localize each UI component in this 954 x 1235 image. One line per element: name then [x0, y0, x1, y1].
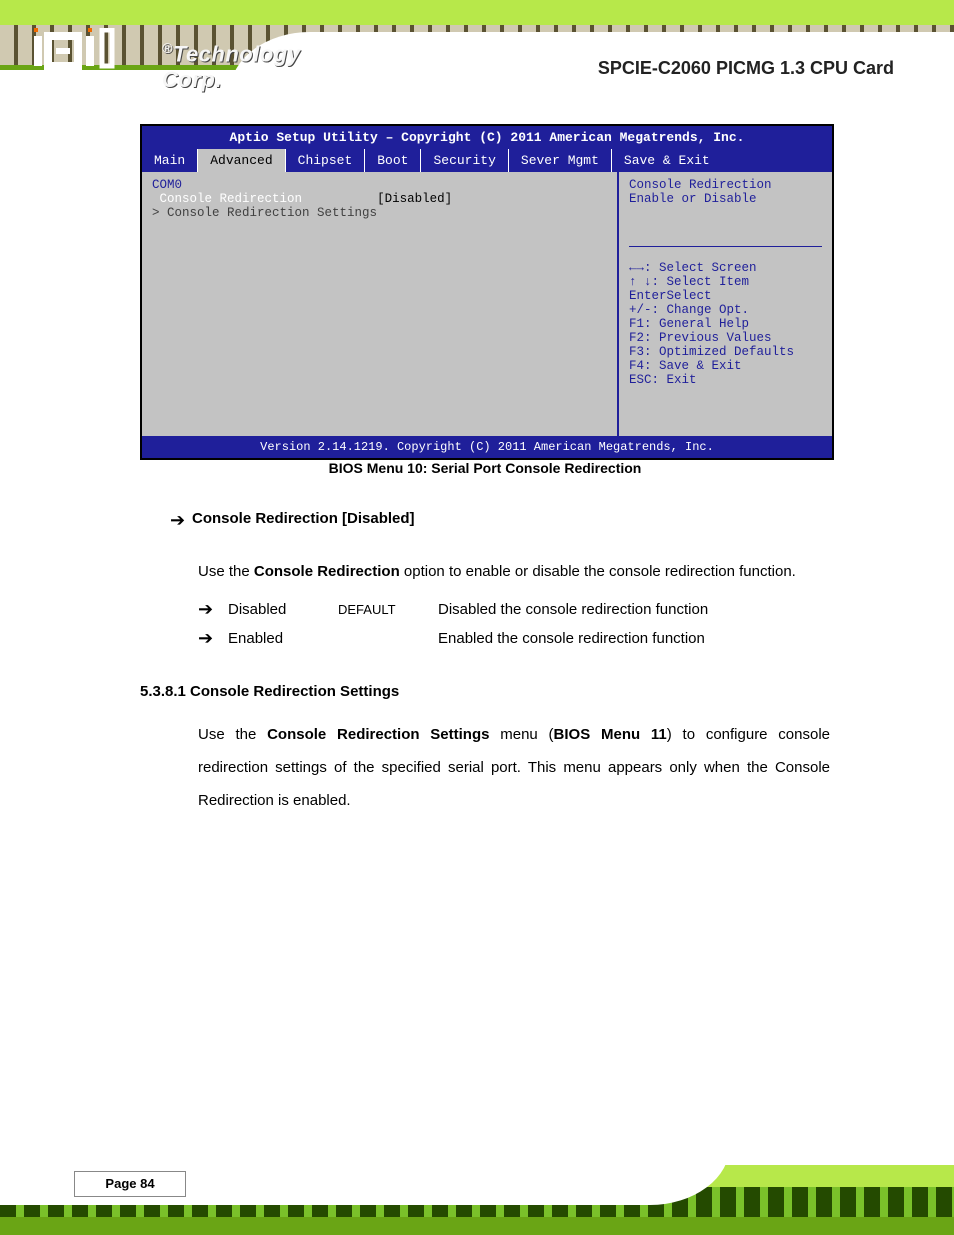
- option-heading: Console Redirection [Disabled]: [192, 510, 415, 527]
- bios-tab-advanced: Advanced: [198, 149, 284, 172]
- bios-screenshot: Aptio Setup Utility – Copyright (C) 2011…: [140, 124, 834, 460]
- product-name: SPCIE-C2060 PICMG 1.3 CPU Card: [598, 58, 894, 79]
- bios-tab-chipset: Chipset: [286, 149, 365, 172]
- page-content: BIOS Menu 10: Serial Port Console Redire…: [140, 460, 830, 831]
- arrows-ud-icon: ↑ ↓: [629, 275, 652, 289]
- page-header-decoration: [0, 0, 954, 110]
- bios-tabs: Main Advanced Chipset Boot Security Seve…: [142, 149, 832, 172]
- bios-tab-security: Security: [421, 149, 507, 172]
- bios-item-label: Console Redirection: [160, 192, 303, 206]
- subsection-heading: 5.3.8.1 Console Redirection Settings: [140, 683, 830, 700]
- bios-footer: Version 2.14.1219. Copyright (C) 2011 Am…: [142, 436, 832, 458]
- option-list: ➔ Disabled DEFAULT Disabled the console …: [198, 599, 830, 649]
- option-intro: Use the Console Redirection option to en…: [198, 559, 830, 585]
- bios-tab-save: Save & Exit: [612, 149, 722, 172]
- bios-tab-boot: Boot: [365, 149, 420, 172]
- bios-left-pane: COM0 Console Redirection [Disabled] > Co…: [142, 172, 617, 436]
- bios-right-pane: Console Redirection Enable or Disable ←→…: [617, 172, 832, 436]
- bios-item-value: [Disabled]: [377, 192, 452, 206]
- brand-tagline: ®Technology Corp.: [162, 40, 300, 93]
- bios-tab-server: Sever Mgmt: [509, 149, 611, 172]
- figure-caption: BIOS Menu 10: Serial Port Console Redire…: [140, 460, 830, 476]
- arrow-right-icon: ➔: [198, 599, 228, 620]
- bios-section: COM0: [152, 178, 182, 192]
- arrow-right-icon: ➔: [198, 628, 228, 649]
- bios-submenu: > Console Redirection Settings: [152, 206, 377, 220]
- iei-logo-icon: [34, 28, 126, 72]
- bios-help-text: Console Redirection Enable or Disable: [629, 178, 772, 206]
- bios-key-help: ←→: Select Screen ↑ ↓: Select Item Enter…: [629, 261, 822, 387]
- brand-logo: ®Technology Corp.: [34, 28, 126, 72]
- page-number: Page 84: [74, 1171, 186, 1197]
- arrow-right-icon: ➔: [170, 510, 192, 531]
- bios-tab-main: Main: [142, 149, 197, 172]
- subsection-paragraph: Use the Console Redirection Settings men…: [198, 718, 830, 817]
- option-row: ➔ Disabled DEFAULT Disabled the console …: [198, 599, 830, 620]
- arrows-lr-icon: ←→: [629, 261, 644, 275]
- bios-title: Aptio Setup Utility – Copyright (C) 2011…: [142, 126, 832, 149]
- option-row: ➔ Enabled Enabled the console redirectio…: [198, 628, 830, 649]
